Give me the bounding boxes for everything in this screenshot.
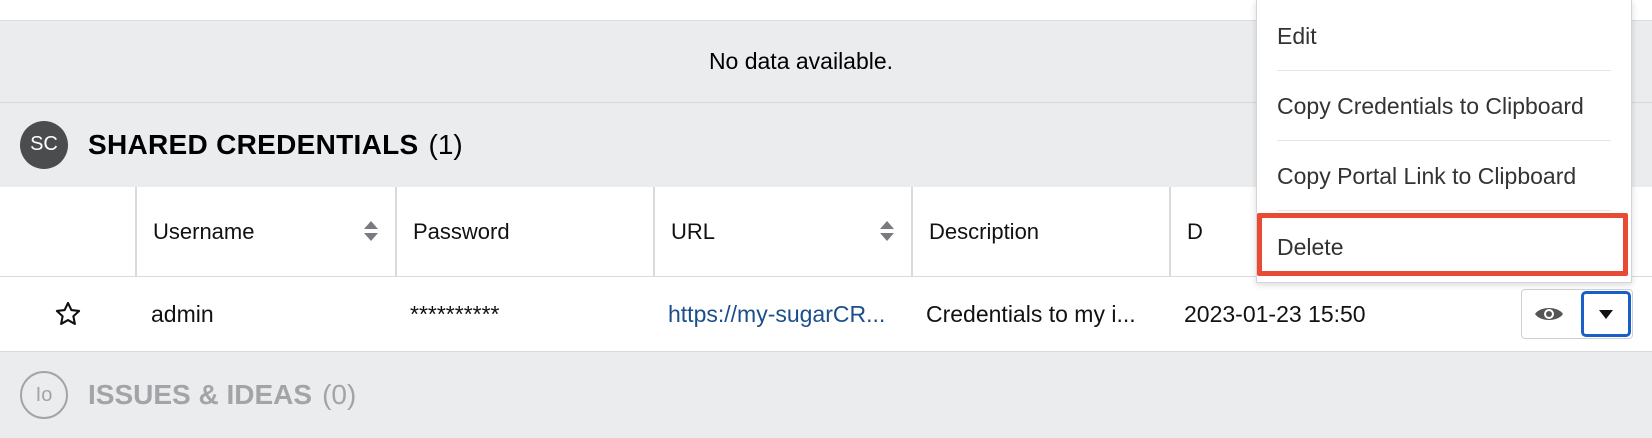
issues-ideas-header[interactable]: Io ISSUES & IDEAS (0) <box>0 352 1652 438</box>
table-row[interactable]: admin ********** https://my-sugarCR... C… <box>0 277 1652 352</box>
issues-ideas-count: (0) <box>322 379 357 410</box>
date-cell: 2023-01-23 15:50 <box>1184 300 1366 327</box>
password-cell: ********** <box>410 300 500 327</box>
delete-highlight-box <box>1257 213 1628 276</box>
sort-icon[interactable] <box>879 220 895 242</box>
shared-credentials-avatar: SC <box>20 120 68 169</box>
caret-down-icon <box>1599 309 1613 319</box>
star-outline-icon[interactable] <box>54 300 82 328</box>
eye-icon <box>1535 308 1563 320</box>
url-link[interactable]: https://my-sugarCR... <box>668 277 885 351</box>
issues-ideas-title[interactable]: ISSUES & IDEAS <box>88 379 312 411</box>
column-password[interactable]: Password <box>395 187 653 276</box>
issues-ideas-avatar: Io <box>20 371 68 419</box>
column-description-label: Description <box>929 218 1040 244</box>
column-description[interactable]: Description <box>911 187 1169 276</box>
column-username-label: Username <box>153 218 255 244</box>
column-date-label: D <box>1187 218 1203 244</box>
menu-divider <box>1277 210 1611 211</box>
empty-state-text: No data available. <box>708 48 894 74</box>
shared-credentials-count: (1) <box>428 128 463 160</box>
row-actions-group <box>1521 289 1633 339</box>
row-actions-dropdown-button[interactable] <box>1581 291 1631 337</box>
menu-item-copy-portal-link[interactable]: Copy Portal Link to Clipboard <box>1277 141 1611 211</box>
menu-item-edit[interactable]: Edit <box>1277 1 1611 71</box>
preview-button[interactable] <box>1522 290 1576 338</box>
column-date[interactable]: D <box>1169 187 1256 276</box>
username-cell: admin <box>151 300 214 327</box>
column-password-label: Password <box>413 218 510 244</box>
description-cell: Credentials to my i... <box>926 300 1136 327</box>
column-url[interactable]: URL <box>653 187 911 276</box>
menu-item-copy-credentials[interactable]: Copy Credentials to Clipboard <box>1277 71 1611 141</box>
sort-icon[interactable] <box>363 220 379 242</box>
favorite-star[interactable] <box>54 277 82 351</box>
column-username[interactable]: Username <box>135 187 395 276</box>
shared-credentials-title[interactable]: SHARED CREDENTIALS <box>88 129 419 161</box>
column-url-label: URL <box>671 218 716 244</box>
